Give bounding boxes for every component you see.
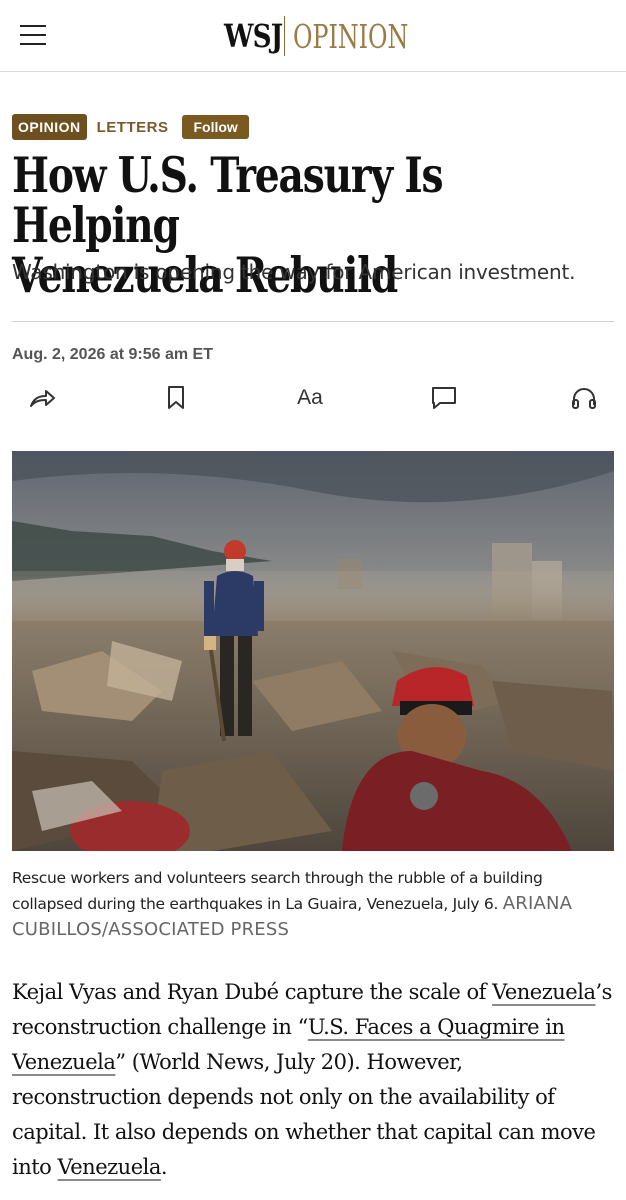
top-bar: WSJ OPINION [0,0,626,72]
headline-line-1: How U.S. Treasury Is Helping [12,146,444,254]
bookmark-icon[interactable] [158,380,194,416]
masthead-divider [284,16,285,56]
body-text-d: . [160,1155,168,1179]
article-body-paragraph: Kejal Vyas and Ryan Dubé capture the sca… [12,975,616,1185]
article-tags: OPINION LETTERS Follow [12,113,249,141]
venezuela-link-2[interactable]: Venezuela [58,1155,162,1179]
body-text-a: Kejal Vyas and Ryan Dubé capture the sca… [12,980,493,1004]
hamburger-menu-icon[interactable] [18,22,48,48]
category-link[interactable]: LETTERS [97,119,169,136]
caption-line-1: Rescue workers and volunteers search thr… [12,869,543,887]
text-size-label: Aa [297,386,323,409]
share-icon[interactable] [24,380,60,416]
text-size-icon[interactable]: Aa [292,380,328,416]
article-dek: Washington is opening the way for Americ… [12,260,576,284]
photo-credit-part-1: ARIANA [502,893,573,914]
rubble-scene-image [12,451,614,851]
wsj-opinion-logo[interactable]: WSJ OPINION [224,14,453,58]
article-dateline: Aug. 2, 2026 at 9:56 am ET [12,346,213,363]
follow-button[interactable]: Follow [182,115,249,139]
article-photo[interactable] [12,451,614,851]
masthead-section: OPINION [293,16,409,56]
photo-caption: Rescue workers and volunteers search thr… [12,865,612,943]
venezuela-link-1[interactable]: Venezuela [492,980,596,1004]
masthead-wsj: WSJ [224,17,283,55]
listen-headphones-icon[interactable] [566,380,602,416]
divider [12,321,614,322]
article-action-bar: Aa [12,380,614,420]
section-tag[interactable]: OPINION [12,114,87,140]
caption-line-2: collapsed during the earthquakes in La G… [12,895,499,913]
photo-credit-part-2: CUBILLOS/ASSOCIATED PRESS [12,919,290,940]
comment-icon[interactable] [426,380,462,416]
